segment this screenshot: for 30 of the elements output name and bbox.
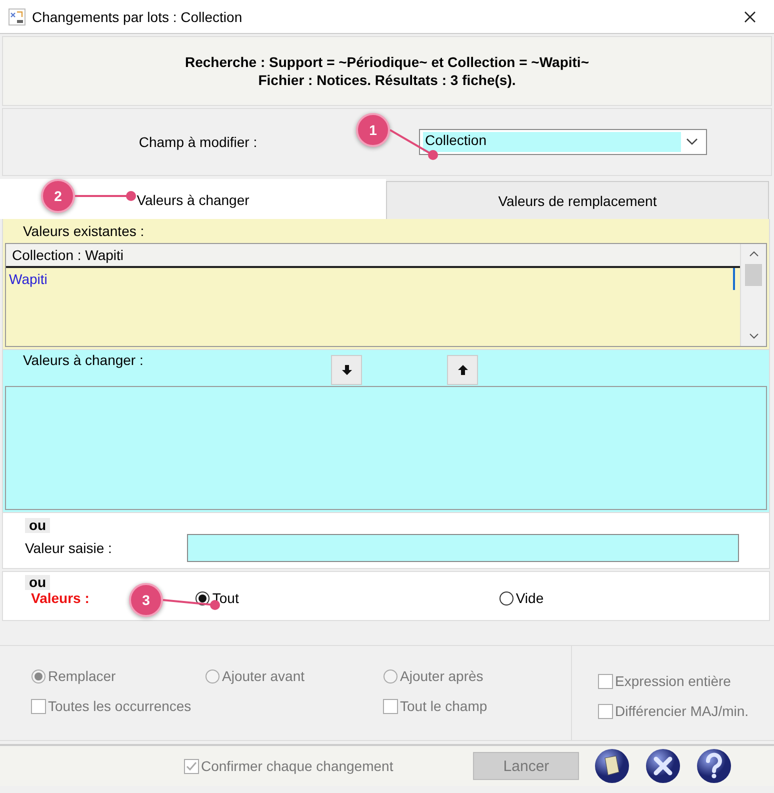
move-down-button[interactable] xyxy=(331,355,362,385)
values-label: Valeurs : xyxy=(31,590,90,606)
search-summary-text: Fichier : Notices. Résultats : 3 fiche(s). xyxy=(258,72,516,88)
list-header: Collection : Wapiti xyxy=(6,244,740,268)
or-label: ou xyxy=(25,518,50,533)
radio-label[interactable]: Tout xyxy=(212,590,239,606)
field-label: Valeur saisie : xyxy=(25,540,113,556)
or-label: ou xyxy=(25,575,50,590)
cancel-button[interactable] xyxy=(645,748,682,784)
up-arrow-icon[interactable] xyxy=(456,364,468,376)
list-item[interactable]: Wapiti xyxy=(6,268,735,290)
scrollbar[interactable] xyxy=(740,244,766,346)
value-input-field[interactable] xyxy=(187,534,739,562)
scroll-thumb[interactable] xyxy=(745,264,762,286)
search-summary-text: Recherche : Support = ~Périodique~ et Collection = ~Wapiti~ xyxy=(184,54,590,70)
window-title: Changements par lots : Collection xyxy=(32,8,244,24)
field-dropdown[interactable]: Collection xyxy=(419,129,707,155)
help-button[interactable] xyxy=(696,748,732,784)
leader-line xyxy=(75,191,136,201)
section-label: Valeurs existantes : xyxy=(22,223,146,241)
section-label: Valeurs à changer : xyxy=(22,352,144,370)
down-arrow-icon[interactable] xyxy=(340,364,352,376)
move-up-button[interactable] xyxy=(447,355,478,385)
tab[interactable]: Valeurs de remplacement xyxy=(386,181,769,219)
callout-badge: 1 xyxy=(356,113,390,147)
radio-button[interactable] xyxy=(498,590,514,606)
app-icon xyxy=(8,8,26,26)
eraser-button[interactable] xyxy=(594,748,630,784)
radio-label[interactable]: Vide xyxy=(516,590,544,606)
field-label: Champ à modifier : xyxy=(138,134,258,150)
